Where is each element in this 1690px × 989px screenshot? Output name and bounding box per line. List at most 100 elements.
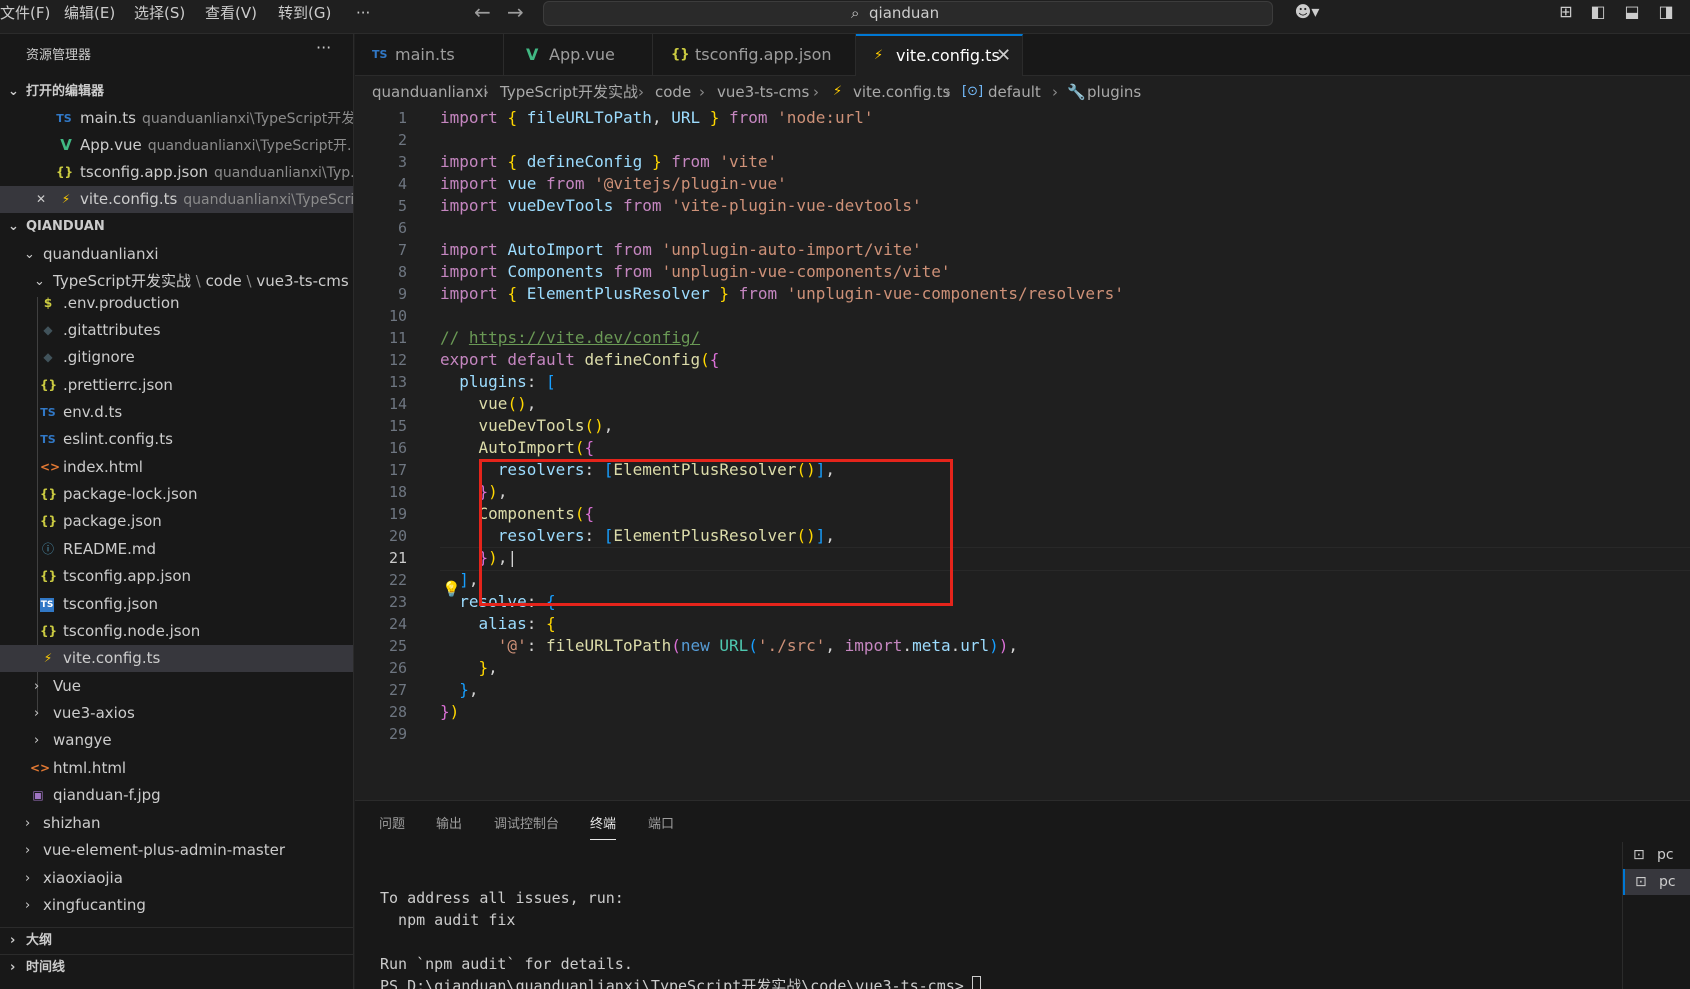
terminal-instance[interactable]: ⊡ pc — [1623, 842, 1690, 868]
menu-edit[interactable]: 编辑(E) — [64, 0, 115, 26]
code-line[interactable]: '@': fileURLToPath(new URL('./src', impo… — [440, 635, 1018, 657]
code-line[interactable]: plugins: [ — [440, 371, 555, 393]
terminal-instance[interactable]: ⊡ pc — [1623, 869, 1690, 895]
breadcrumb-item[interactable]: code — [655, 80, 691, 104]
close-icon[interactable]: ✕ — [33, 186, 49, 213]
code-token: } — [459, 680, 469, 699]
breadcrumb-item[interactable]: default — [988, 80, 1041, 104]
chevron-right-icon: › — [34, 706, 40, 721]
comment-link[interactable]: https://vite.dev/config/ — [469, 328, 700, 347]
command-center[interactable]: ⌕ qianduan — [543, 1, 1273, 26]
open-editors-header[interactable]: ⌄ 打开的编辑器 — [0, 79, 353, 105]
open-editor-tsconfig-app-json[interactable]: {} tsconfig.app.json quanduanlianxi\Typ..… — [0, 159, 353, 186]
file-gitattributes[interactable]: ◆ .gitattributes — [0, 317, 353, 344]
code-line[interactable]: }, — [440, 657, 498, 679]
file-eslint-config-ts[interactable]: TS eslint.config.ts — [0, 426, 353, 453]
folder-quanduanlianxi[interactable]: ⌄ quanduanlianxi — [0, 241, 353, 268]
menu-go[interactable]: 转到(G) — [278, 0, 331, 26]
layout-customize-icon[interactable]: ⊞ — [1556, 2, 1576, 22]
tab-debug-console[interactable]: 调试控制台 — [494, 810, 559, 840]
workspace-header[interactable]: ⌄ QIANDUAN — [0, 214, 353, 240]
file-html-html[interactable]: <> html.html — [0, 755, 353, 782]
folder-vue3-axios[interactable]: › vue3-axios — [0, 700, 353, 727]
code-line[interactable]: import Components from 'unplugin-vue-com… — [440, 261, 951, 283]
tab-app-vue[interactable]: V App.vue — [504, 34, 653, 76]
menu-selection[interactable]: 选择(S) — [134, 0, 185, 26]
code-line[interactable]: import vue from '@vitejs/plugin-vue' — [440, 173, 787, 195]
tab-main-ts[interactable]: TS main.ts — [355, 34, 504, 76]
tab-problems[interactable]: 问题 — [379, 810, 405, 840]
code-line[interactable]: alias: { — [440, 613, 556, 635]
toggle-panel-icon[interactable]: ⬓ — [1622, 2, 1642, 22]
folder-xingfucanting[interactable]: › xingfucanting — [0, 892, 353, 919]
folder-wangye[interactable]: › wangye — [0, 727, 353, 754]
file-env-production[interactable]: $ .env.production — [0, 290, 353, 317]
file-gitignore[interactable]: ◆ .gitignore — [0, 344, 353, 371]
line-number: 13 — [388, 373, 407, 391]
tab-tsconfig-app-json[interactable]: {} tsconfig.app.json — [653, 34, 856, 76]
code-line[interactable]: export default defineConfig({ — [440, 349, 719, 371]
file-tsconfig-node-json[interactable]: {} tsconfig.node.json — [0, 618, 353, 645]
folder-xiaoxiaojia[interactable]: › xiaoxiaojia — [0, 865, 353, 892]
breadcrumb-item[interactable]: quanduanlianxi — [372, 80, 488, 104]
code-line[interactable]: vue(), — [440, 393, 537, 415]
back-arrow-icon[interactable]: ← — [474, 0, 491, 26]
open-editor-vite-config-ts[interactable]: ✕ ⚡ vite.config.ts quanduanlianxi\TypeScr… — [0, 186, 353, 213]
close-icon[interactable]: ✕ — [996, 36, 1011, 76]
explorer-more-icon[interactable]: ··· — [316, 38, 331, 57]
file-vite-config-ts[interactable]: ⚡ vite.config.ts — [0, 645, 353, 672]
file-qianduan-f-jpg[interactable]: ▣ qianduan-f.jpg — [0, 782, 353, 809]
menu-file[interactable]: 文件(F) — [0, 0, 50, 26]
outline-header[interactable]: › 大纲 — [0, 927, 353, 953]
file-index-html[interactable]: <> index.html — [0, 454, 353, 481]
menu-more[interactable]: ··· — [356, 0, 370, 26]
toggle-secondary-sidebar-icon[interactable]: ◨ — [1656, 2, 1676, 22]
code-line[interactable]: }, — [440, 679, 478, 701]
folder-vue[interactable]: › Vue — [0, 673, 353, 700]
tab-output[interactable]: 输出 — [436, 810, 462, 840]
code-token: fileURLToPath — [526, 108, 652, 127]
tab-terminal[interactable]: 终端 — [590, 810, 617, 840]
file-tsconfig-app-json[interactable]: {} tsconfig.app.json — [0, 563, 353, 590]
line-number: 5 — [397, 197, 407, 215]
code-line[interactable]: // https://vite.dev/config/ — [440, 327, 700, 349]
open-editor-main-ts[interactable]: TS main.ts quanduanlianxi\TypeScript开发... — [0, 105, 353, 132]
timeline-header[interactable]: › 时间线 — [0, 954, 353, 980]
menu-view[interactable]: 查看(V) — [205, 0, 257, 26]
code-line[interactable]: import AutoImport from 'unplugin-auto-im… — [440, 239, 922, 261]
toggle-sidebar-icon[interactable]: ◧ — [1588, 2, 1608, 22]
code-line[interactable]: import { fileURLToPath, URL } from 'node… — [440, 107, 874, 129]
code-line[interactable]: import { defineConfig } from 'vite' — [440, 151, 777, 173]
file-readme-md[interactable]: ⓘ README.md — [0, 536, 353, 563]
folder-vue-element-plus-admin-master[interactable]: › vue-element-plus-admin-master — [0, 837, 353, 864]
breadcrumb-item[interactable]: plugins — [1087, 80, 1141, 104]
code-line[interactable]: import vueDevTools from 'vite-plugin-vue… — [440, 195, 922, 217]
breadcrumb-item[interactable]: vite.config.ts — [853, 80, 950, 104]
tab-vite-config-ts[interactable]: ⚡ vite.config.ts ✕ — [856, 34, 1023, 76]
code-line[interactable]: vueDevTools(), — [440, 415, 614, 437]
line-number: 11 — [388, 329, 407, 347]
line-number: 20 — [388, 527, 407, 545]
tab-ports[interactable]: 端口 — [648, 810, 674, 840]
open-editor-app-vue[interactable]: V App.vue quanduanlianxi\TypeScript开... — [0, 132, 353, 159]
file-package-lock-json[interactable]: {} package-lock.json — [0, 481, 353, 508]
code-line[interactable]: import { ElementPlusResolver } from 'unp… — [440, 283, 1124, 305]
file-env-d-ts[interactable]: TS env.d.ts — [0, 399, 353, 426]
forward-arrow-icon[interactable]: → — [507, 0, 524, 26]
copilot-icon[interactable]: ☻▾ — [1287, 2, 1327, 22]
line-number: 26 — [388, 659, 407, 677]
typescript-file-icon: TS — [40, 406, 56, 419]
lightbulb-icon[interactable]: 💡 — [442, 580, 461, 598]
folder-shizhan[interactable]: › shizhan — [0, 810, 353, 837]
code-line[interactable]: AutoImport({ — [440, 437, 595, 459]
code-editor[interactable]: 1 import { fileURLToPath, URL } from 'nod… — [355, 104, 1690, 799]
file-prettierrc-json[interactable]: {} .prettierrc.json — [0, 372, 353, 399]
search-icon: ⌕ — [851, 4, 860, 22]
file-tsconfig-json[interactable]: TS tsconfig.json — [0, 591, 353, 618]
breadcrumb-item[interactable]: TypeScript开发实战 — [500, 80, 638, 104]
breadcrumb-item[interactable]: vue3-ts-cms — [717, 80, 809, 104]
file-package-json[interactable]: {} package.json — [0, 508, 353, 535]
code-line[interactable]: }) — [440, 701, 459, 723]
terminal-prompt[interactable]: PS D:\qianduan\quanduanlianxi\TypeScript… — [380, 975, 981, 989]
